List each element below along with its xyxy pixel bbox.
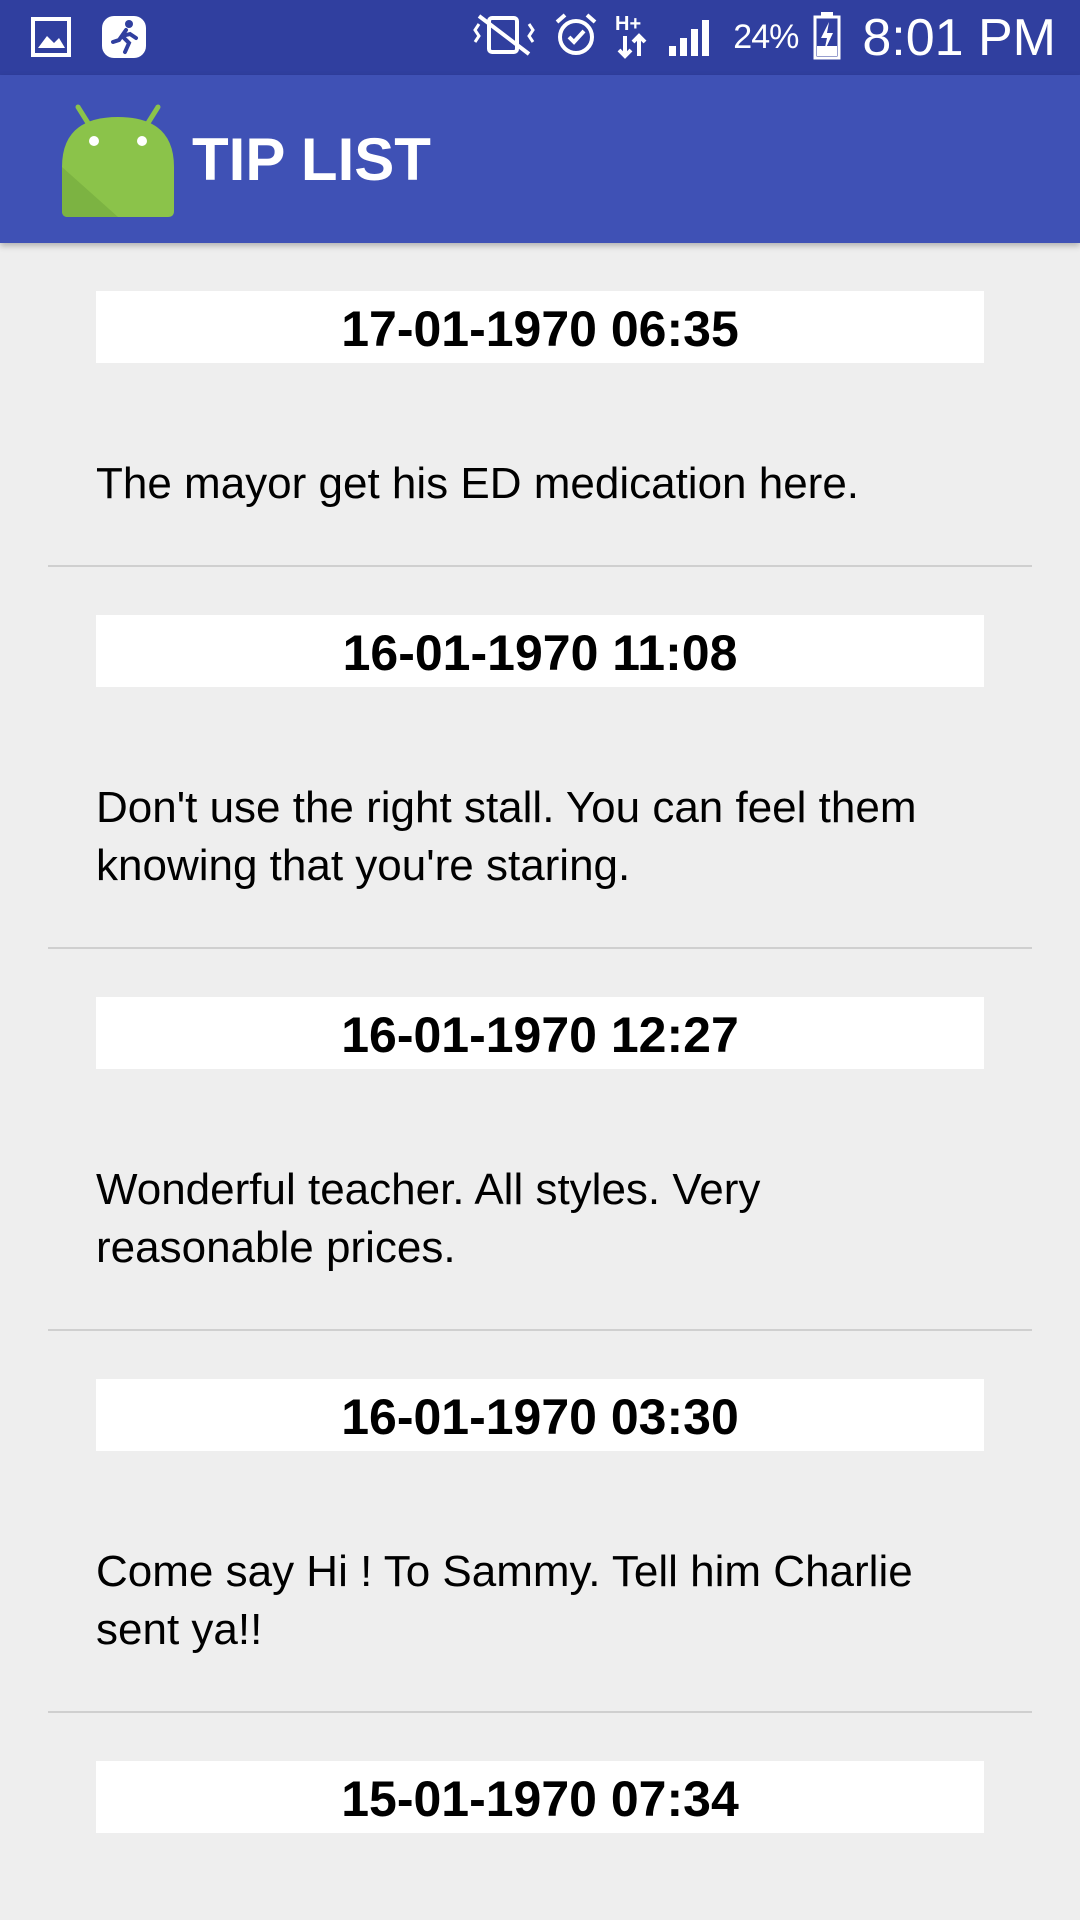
tip-date: 16-01-1970 12:27 (96, 997, 984, 1069)
status-right-icons: H+ 24% 8:01 PM (469, 0, 1056, 75)
vibrate-mute-icon (469, 12, 539, 63)
hplus-data-icon: H+ (613, 10, 653, 65)
android-robot-icon (56, 97, 180, 226)
app-title: TIP LIST (192, 126, 431, 193)
tip-item[interactable]: 17-01-1970 06:35 The mayor get his ED me… (48, 291, 1032, 567)
tip-date: 15-01-1970 07:34 (96, 1761, 984, 1833)
svg-text:H+: H+ (615, 13, 641, 35)
alarm-icon (553, 12, 599, 63)
tip-item[interactable]: 16-01-1970 11:08 Don't use the right sta… (48, 615, 1032, 949)
signal-icon (667, 12, 719, 63)
tip-item[interactable]: 16-01-1970 03:30 Come say Hi ! To Sammy.… (48, 1379, 1032, 1713)
tip-item[interactable]: 16-01-1970 12:27 Wonderful teacher. All … (48, 997, 1032, 1331)
tip-text: Wonderful teacher. All styles. Very reas… (96, 1165, 761, 1272)
battery-charging-icon (812, 10, 842, 65)
tip-list[interactable]: 17-01-1970 06:35 The mayor get his ED me… (0, 243, 1080, 1833)
tip-text: The mayor get his ED medication here. (96, 459, 860, 508)
battery-percent: 24% (733, 18, 799, 56)
app-bar: TIP LIST (0, 75, 1080, 243)
tip-text: Come say Hi ! To Sammy. Tell him Charlie… (96, 1547, 913, 1654)
gallery-icon (30, 16, 72, 63)
tip-item[interactable]: 15-01-1970 07:34 (48, 1761, 1032, 1833)
status-bar: H+ 24% 8:01 PM (0, 0, 1080, 75)
status-left-icons (30, 14, 148, 65)
tip-date: 16-01-1970 03:30 (96, 1379, 984, 1451)
tip-date: 17-01-1970 06:35 (96, 291, 984, 363)
running-man-icon (100, 14, 148, 65)
tip-date: 16-01-1970 11:08 (96, 615, 984, 687)
tip-text: Don't use the right stall. You can feel … (96, 783, 917, 890)
clock: 8:01 PM (862, 8, 1056, 67)
